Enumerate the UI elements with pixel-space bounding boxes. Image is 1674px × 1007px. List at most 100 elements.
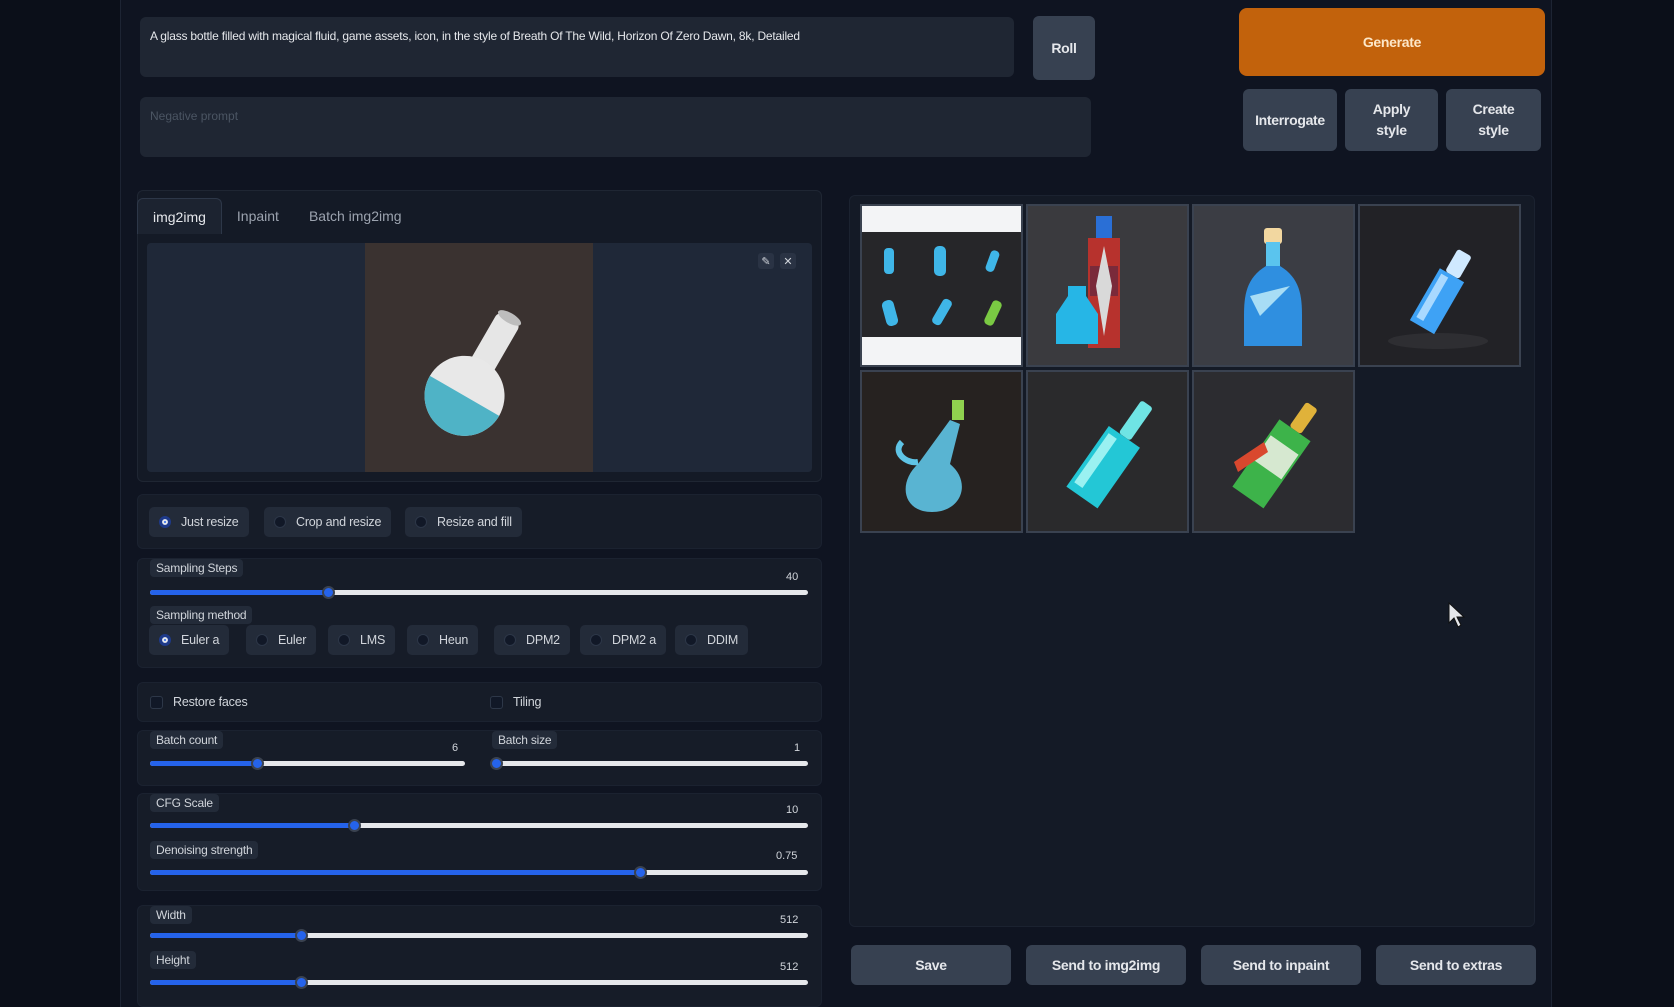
radio-label: Euler bbox=[278, 633, 307, 647]
denoising-strength-label: Denoising strength bbox=[150, 841, 259, 859]
gallery-grid-image[interactable] bbox=[860, 204, 1023, 367]
apply-style-label-line2: style bbox=[1376, 122, 1407, 138]
tab-batch-img2img[interactable]: Batch img2img bbox=[294, 198, 417, 234]
radio-dot bbox=[504, 634, 516, 646]
radio-label: Just resize bbox=[181, 515, 239, 529]
denoising-strength-slider[interactable] bbox=[150, 866, 808, 879]
width-label: Width bbox=[150, 906, 192, 924]
slider-thumb[interactable] bbox=[634, 866, 648, 879]
slider-thumb[interactable] bbox=[251, 757, 265, 770]
sampling-steps-label: Sampling Steps bbox=[150, 559, 244, 577]
slider-thumb[interactable] bbox=[321, 586, 335, 599]
cfg-section: CFG Scale 10 Denoising strength 0.75 bbox=[137, 793, 822, 891]
image-dropzone[interactable]: ✎ ✕ bbox=[147, 243, 812, 472]
sampling-method-label: Sampling method bbox=[150, 606, 253, 624]
batch-size-slider[interactable] bbox=[490, 757, 808, 770]
create-style-button[interactable]: Create style bbox=[1446, 89, 1541, 151]
radio-dot bbox=[685, 634, 697, 646]
radio-dot bbox=[159, 516, 171, 528]
radio-label: DPM2 a bbox=[612, 633, 656, 647]
checkbox-label: Restore faces bbox=[173, 695, 248, 709]
send-to-inpaint-button[interactable]: Send to inpaint bbox=[1201, 945, 1361, 985]
edit-icon[interactable]: ✎ bbox=[758, 253, 774, 269]
height-label: Height bbox=[150, 951, 196, 969]
batch-size-value[interactable]: 1 bbox=[794, 742, 800, 754]
options-section: Restore faces Tiling bbox=[137, 682, 822, 722]
tiling-checkbox[interactable]: Tiling bbox=[490, 695, 541, 709]
slider-thumb[interactable] bbox=[295, 976, 309, 989]
radio-label: Crop and resize bbox=[296, 515, 382, 529]
denoising-strength-value[interactable]: 0.75 bbox=[776, 850, 797, 862]
radio-dot bbox=[159, 634, 171, 646]
radio-dot bbox=[415, 516, 427, 528]
send-to-img2img-button[interactable]: Send to img2img bbox=[1026, 945, 1186, 985]
batch-count-label: Batch count bbox=[150, 731, 224, 749]
cfg-scale-slider[interactable] bbox=[150, 819, 808, 832]
radio-heun[interactable]: Heun bbox=[407, 625, 479, 655]
sampling-steps-value[interactable]: 40 bbox=[786, 571, 798, 583]
batch-count-value[interactable]: 6 bbox=[452, 742, 458, 754]
bottle-image bbox=[895, 400, 964, 512]
slider-thumb[interactable] bbox=[490, 757, 503, 770]
cfg-scale-value[interactable]: 10 bbox=[786, 804, 798, 816]
radio-lms[interactable]: LMS bbox=[328, 625, 396, 655]
slider-thumb[interactable] bbox=[347, 819, 361, 832]
close-icon[interactable]: ✕ bbox=[780, 253, 796, 269]
gallery-image[interactable] bbox=[1358, 204, 1521, 367]
negative-prompt-input[interactable]: Negative prompt bbox=[140, 97, 1091, 157]
gallery-image[interactable] bbox=[1026, 204, 1189, 367]
slider-fill bbox=[150, 980, 302, 985]
gallery-image[interactable] bbox=[860, 370, 1023, 533]
radio-dpm2-a[interactable]: DPM2 a bbox=[580, 625, 666, 655]
radio-crop-and-resize[interactable]: Crop and resize bbox=[264, 507, 392, 537]
radio-just-resize[interactable]: Just resize bbox=[149, 507, 249, 537]
send-to-extras-button[interactable]: Send to extras bbox=[1376, 945, 1536, 985]
generate-button[interactable]: Generate bbox=[1239, 8, 1545, 76]
radio-dot bbox=[256, 634, 268, 646]
radio-label: DDIM bbox=[707, 633, 739, 647]
radio-euler-a[interactable]: Euler a bbox=[149, 625, 230, 655]
grid-preview bbox=[862, 232, 1021, 337]
flask-image bbox=[424, 310, 522, 436]
roll-button[interactable]: Roll bbox=[1033, 16, 1095, 80]
radio-dot bbox=[590, 634, 602, 646]
batch-section: Batch count 6 Batch size 1 bbox=[137, 730, 822, 786]
interrogate-button[interactable]: Interrogate bbox=[1243, 89, 1337, 151]
restore-faces-checkbox[interactable]: Restore faces bbox=[150, 695, 248, 709]
tab-img2img[interactable]: img2img bbox=[137, 198, 222, 234]
radio-euler[interactable]: Euler bbox=[246, 625, 317, 655]
radio-dpm2[interactable]: DPM2 bbox=[494, 625, 570, 655]
output-gallery bbox=[849, 195, 1535, 927]
width-slider[interactable] bbox=[150, 929, 808, 942]
dimensions-section: Width 512 Height 512 bbox=[137, 905, 822, 1007]
resize-mode-group: Just resize Crop and resize Resize and f… bbox=[137, 494, 822, 549]
gallery-image[interactable] bbox=[1192, 204, 1355, 367]
height-slider[interactable] bbox=[150, 976, 808, 989]
sampling-section: Sampling Steps 40 Sampling method Euler … bbox=[137, 558, 822, 668]
checkbox-box bbox=[150, 695, 163, 709]
input-image bbox=[365, 243, 593, 472]
save-button[interactable]: Save bbox=[851, 945, 1011, 985]
slider-fill bbox=[150, 823, 354, 828]
slider-thumb[interactable] bbox=[295, 929, 309, 942]
bottle-image bbox=[1232, 402, 1317, 509]
radio-label: Euler a bbox=[181, 633, 220, 647]
bottle-image bbox=[1244, 228, 1302, 346]
height-value[interactable]: 512 bbox=[780, 961, 798, 973]
width-value[interactable]: 512 bbox=[780, 914, 798, 926]
gallery-image[interactable] bbox=[1026, 370, 1189, 533]
radio-label: Resize and fill bbox=[437, 515, 512, 529]
prompt-input[interactable]: A glass bottle filled with magical fluid… bbox=[140, 17, 1014, 77]
mode-tabs: img2img Inpaint Batch img2img bbox=[137, 198, 417, 234]
radio-dot bbox=[274, 516, 286, 528]
radio-ddim[interactable]: DDIM bbox=[675, 625, 749, 655]
batch-count-slider[interactable] bbox=[150, 757, 465, 770]
gallery-image[interactable] bbox=[1192, 370, 1355, 533]
sampling-steps-slider[interactable] bbox=[150, 586, 808, 599]
cfg-scale-label: CFG Scale bbox=[150, 794, 219, 812]
create-style-label-line1: Create bbox=[1472, 101, 1515, 117]
tab-inpaint[interactable]: Inpaint bbox=[222, 198, 294, 234]
create-style-label-line2: style bbox=[1478, 122, 1509, 138]
apply-style-button[interactable]: Apply style bbox=[1345, 89, 1438, 151]
radio-resize-and-fill[interactable]: Resize and fill bbox=[405, 507, 522, 537]
